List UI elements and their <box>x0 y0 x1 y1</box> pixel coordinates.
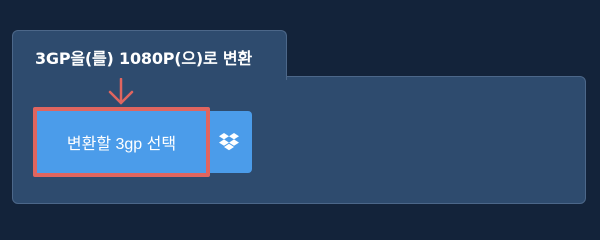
dropbox-icon <box>219 133 239 151</box>
dropbox-button[interactable] <box>206 111 252 173</box>
converter-title: 3GP을(를) 1080P(으)로 변환 <box>35 49 252 68</box>
arrow-down-icon <box>108 78 134 105</box>
select-file-button[interactable]: 변환할 3gp 선택 <box>37 111 206 173</box>
converter-tab: 3GP을(를) 1080P(으)로 변환 <box>12 30 287 80</box>
